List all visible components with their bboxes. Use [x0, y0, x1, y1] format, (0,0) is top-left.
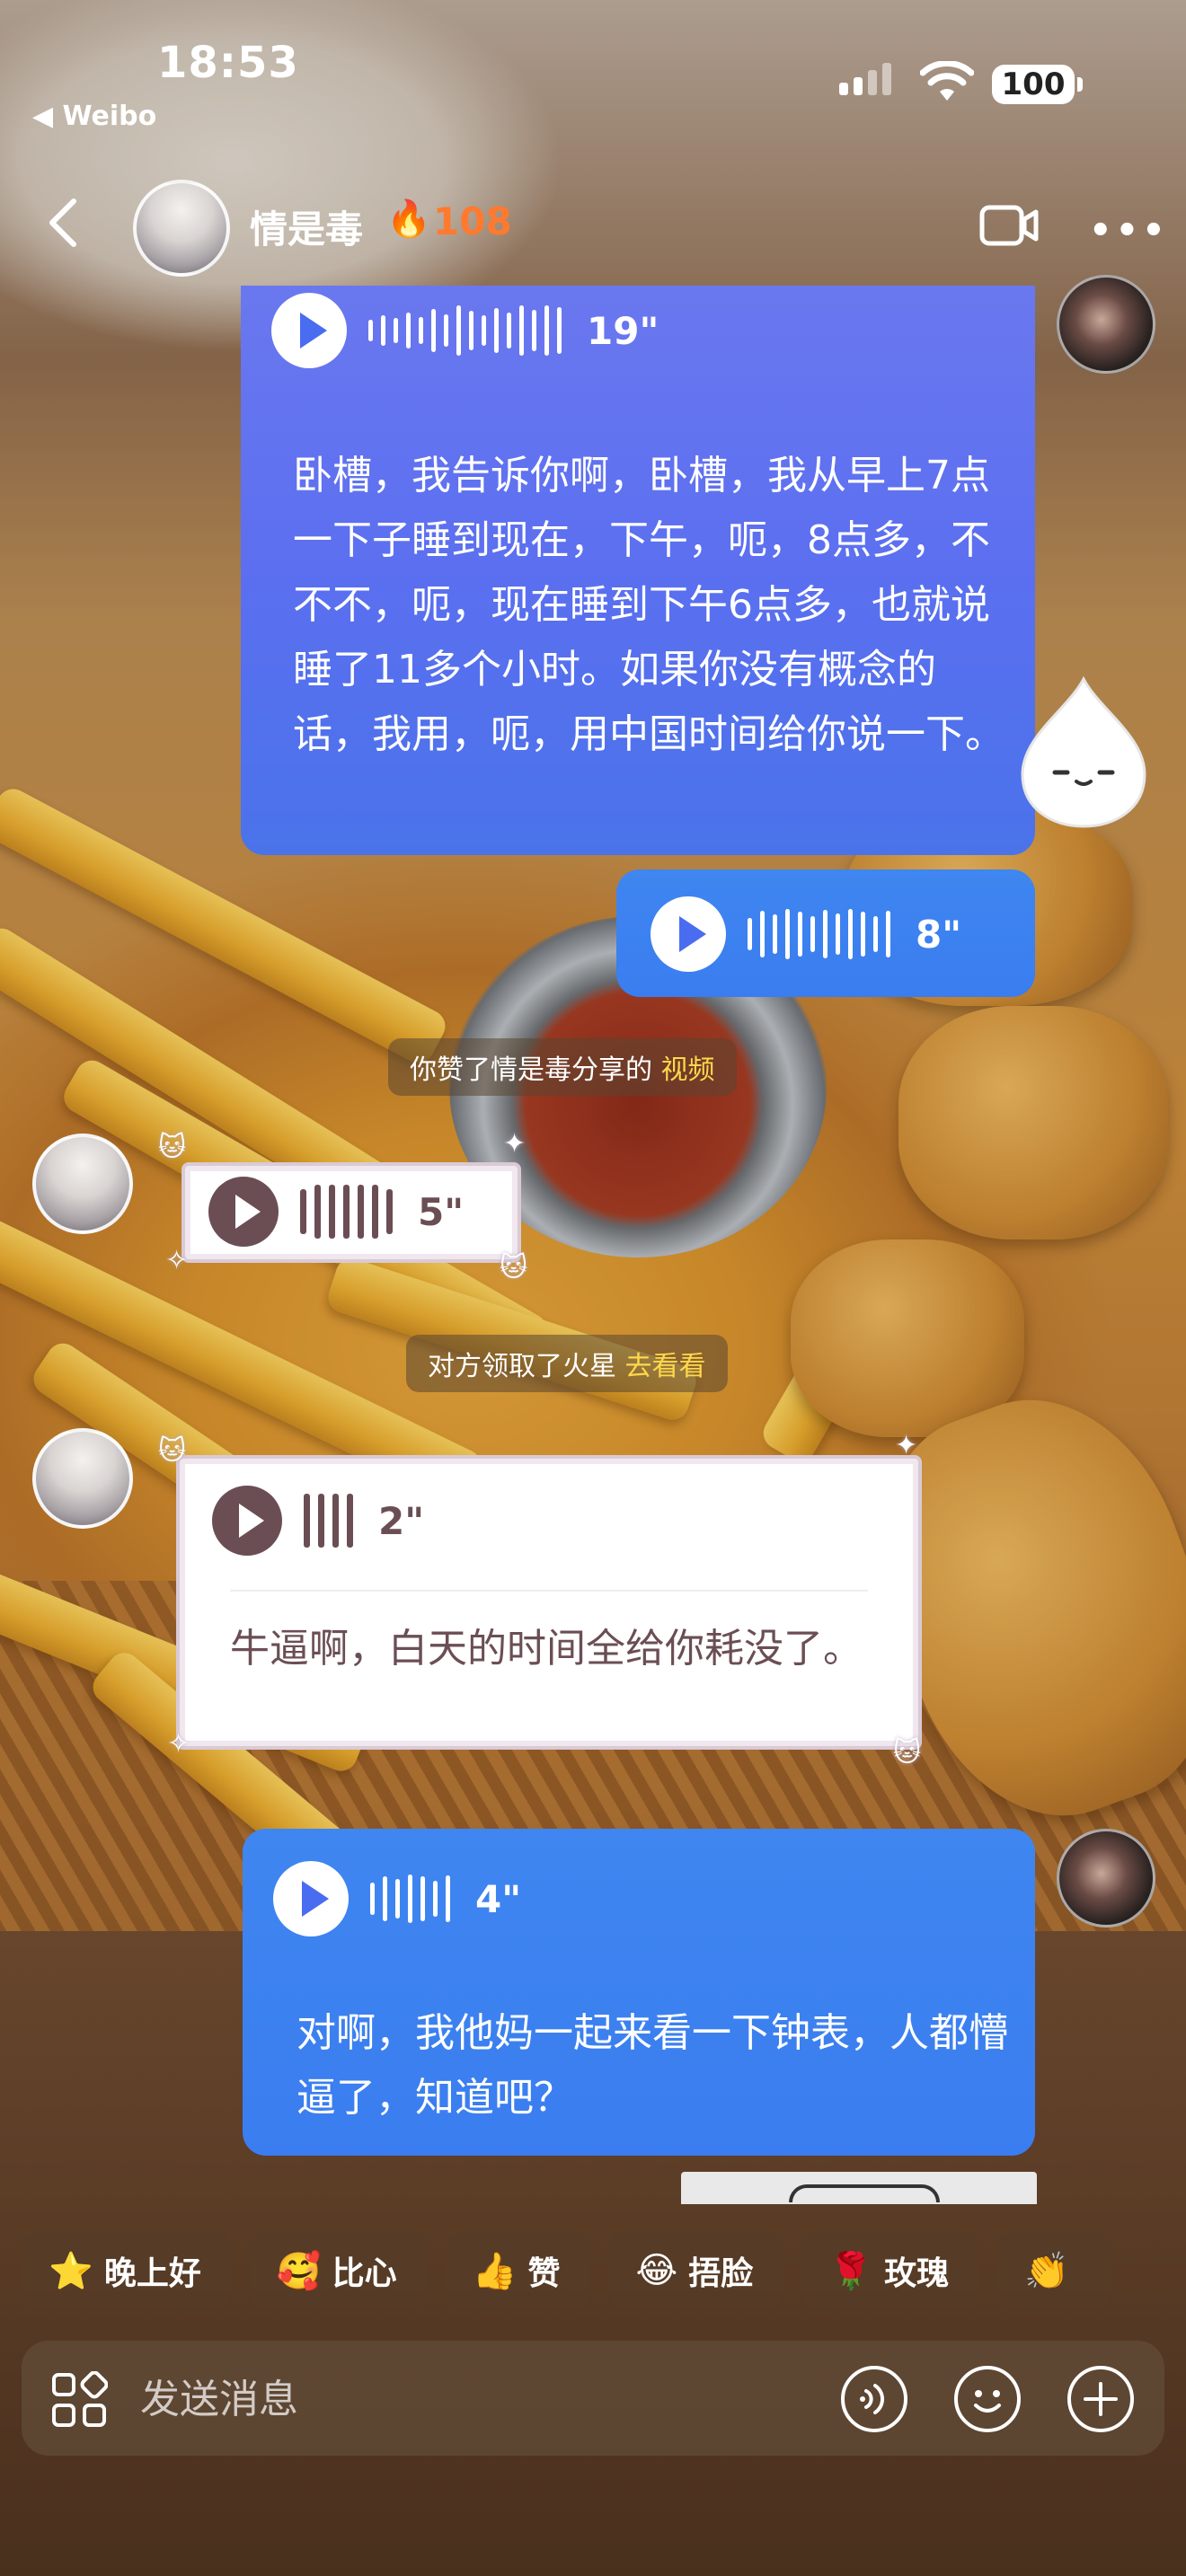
sparkle-icon: ✧ — [167, 1728, 190, 1760]
contact-avatar[interactable] — [32, 1134, 133, 1234]
voice-transcript: 卧槽，我告诉你啊，卧槽，我从早上7点一下子睡到现在，下午，呃，8点多，不不不，呃… — [293, 453, 1005, 757]
shared-media-thumbnail[interactable] — [681, 2172, 1037, 2204]
message-input[interactable] — [138, 2368, 825, 2430]
quick-reply-chip[interactable]: ⭐ 晚上好 — [22, 2231, 232, 2310]
voice-waveform — [748, 909, 890, 959]
voice-transcript: 牛逼啊，白天的时间全给你耗没了。 — [230, 1626, 863, 1672]
tears-of-joy-icon: 😂 — [635, 2250, 678, 2291]
voice-waveform — [368, 305, 562, 356]
clapping-hands-icon: 👏 — [1024, 2250, 1069, 2292]
apps-grid-icon[interactable] — [50, 2371, 108, 2429]
voice-message[interactable]: 8" — [616, 869, 1035, 997]
play-icon[interactable] — [273, 1861, 349, 1936]
sparkle-icon: ✦ — [503, 1128, 527, 1160]
fire-icon: 🔥 — [386, 198, 431, 240]
notice-link[interactable]: 去看看 — [625, 1351, 706, 1382]
contact-avatar[interactable] — [133, 180, 230, 277]
sparkle-icon: 🐱 — [158, 1132, 187, 1163]
voice-transcript: 对啊，我他妈一起来看一下钟表，人都懵逼了，知道吧？ — [296, 2010, 1008, 2121]
voice-duration: 4" — [475, 1876, 522, 1921]
contact-name[interactable]: 情是毒 — [250, 199, 363, 254]
play-icon[interactable] — [651, 896, 726, 972]
rose-icon: 🌹 — [828, 2250, 874, 2292]
voice-input-icon[interactable] — [839, 2364, 909, 2434]
system-notice: 你赞了情是毒分享的 视频 — [388, 1038, 737, 1096]
cellular-signal-icon — [839, 63, 891, 95]
voice-text-message[interactable]: 19" 卧槽，我告诉你啊，卧槽，我从早上7点一下子睡到现在，下午，呃，8点多，不… — [241, 286, 1035, 855]
back-arrow-icon[interactable] — [45, 196, 81, 250]
more-options-icon[interactable]: ••• — [1089, 210, 1169, 251]
self-avatar[interactable] — [1057, 275, 1155, 374]
notice-text: 你赞了情是毒分享的 — [410, 1054, 652, 1086]
status-bar: 18:53 ◀ Weibo 100 — [0, 0, 1186, 144]
quick-reply-bar: ⭐ 晚上好 🥰 比心 👍 赞 😂 捂脸 🌹 玫瑰 👏 — [22, 2231, 1111, 2310]
sparkle-icon: 🐱 — [893, 1737, 922, 1769]
back-to-weibo-link[interactable]: ◀ Weibo — [32, 101, 156, 132]
quick-reply-chip[interactable]: 😂 捂脸 — [608, 2231, 784, 2310]
voice-duration: 2" — [378, 1498, 425, 1543]
quick-reply-chip[interactable]: 👍 赞 — [445, 2231, 591, 2310]
contact-avatar[interactable] — [32, 1428, 133, 1529]
voice-duration: 19" — [587, 308, 659, 353]
voice-waveform — [300, 1185, 393, 1239]
emoji-icon[interactable] — [952, 2364, 1022, 2434]
notice-text: 对方领取了火星 — [428, 1351, 616, 1382]
self-avatar[interactable] — [1057, 1829, 1155, 1928]
voice-duration: 5" — [418, 1189, 465, 1234]
voice-waveform — [370, 1875, 450, 1923]
quick-reply-chip[interactable]: 👏 — [997, 2231, 1111, 2310]
voice-message[interactable]: 5" — [185, 1166, 518, 1259]
chat-header: 情是毒 🔥 108 ••• — [0, 171, 1186, 278]
system-notice: 对方领取了火星 去看看 — [406, 1335, 728, 1392]
sparkle-icon: ✧ — [165, 1245, 189, 1276]
droplet-mascot-icon — [1021, 675, 1146, 828]
play-icon[interactable] — [208, 1177, 279, 1247]
voice-duration: 8" — [916, 912, 962, 957]
star-icon: ⭐ — [49, 2250, 93, 2292]
notice-link[interactable]: 视频 — [661, 1054, 715, 1086]
voice-text-message[interactable]: 2" 牛逼啊，白天的时间全给你耗没了。 — [180, 1459, 918, 1746]
quick-reply-chip[interactable]: 🥰 比心 — [249, 2231, 428, 2310]
voice-waveform — [304, 1494, 353, 1548]
thumbs-up-icon: 👍 — [472, 2250, 518, 2292]
sparkle-icon: 🐱 — [158, 1435, 187, 1467]
sparkle-icon: ✦ — [895, 1430, 918, 1461]
message-composer — [22, 2341, 1164, 2456]
voice-text-message[interactable]: 4" 对啊，我他妈一起来看一下钟表，人都懵逼了，知道吧？ — [243, 1829, 1035, 2156]
quick-reply-chip[interactable]: 🌹 玫瑰 — [801, 2231, 980, 2310]
play-icon[interactable] — [212, 1486, 282, 1556]
status-time: 18:53 — [157, 38, 299, 88]
battery-indicator: 100 — [992, 65, 1083, 104]
add-attachment-icon[interactable] — [1066, 2364, 1136, 2434]
heat-count: 108 — [433, 199, 512, 243]
video-call-icon[interactable] — [979, 205, 1039, 246]
divider — [230, 1590, 868, 1592]
sparkle-icon: 🐱 — [500, 1252, 528, 1284]
heart-face-icon: 🥰 — [276, 2250, 322, 2292]
play-icon[interactable] — [271, 293, 347, 368]
wifi-icon — [920, 61, 974, 101]
